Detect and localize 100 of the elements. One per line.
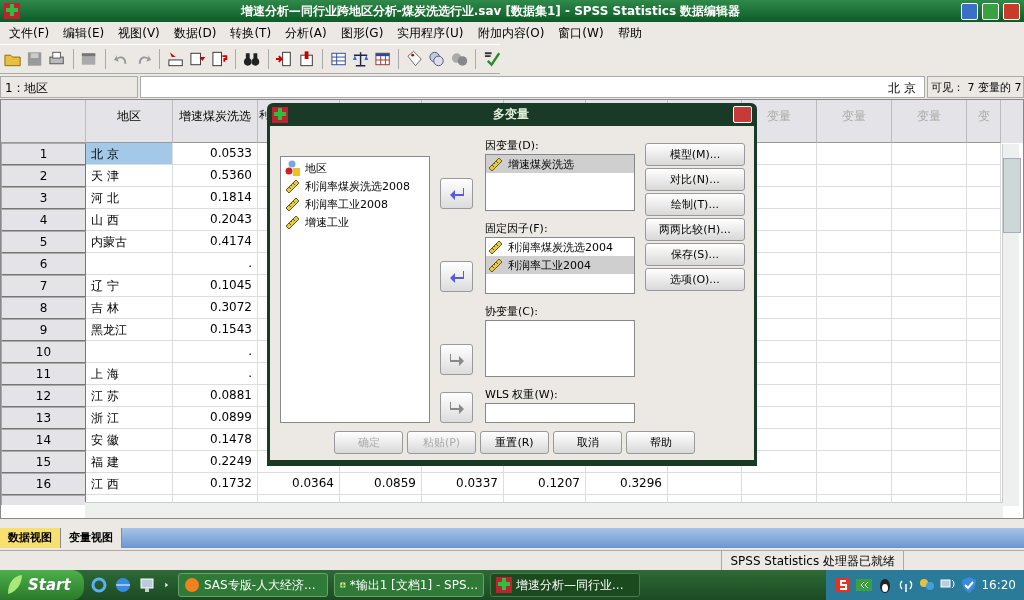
row-number[interactable]: 7: [1, 275, 86, 297]
menu-item[interactable]: 文件(F): [2, 22, 57, 44]
row-number[interactable]: 4: [1, 209, 86, 231]
table-cell: 北 京: [86, 143, 173, 165]
menu-item[interactable]: 帮助: [610, 22, 649, 44]
table-cell: 0.5360: [173, 165, 258, 187]
circles-icon[interactable]: [428, 50, 446, 68]
list-item[interactable]: 利润率煤炭洗选2008: [305, 178, 410, 194]
taskbar-button[interactable]: *输出1 [文档1] - SPS...: [334, 573, 484, 597]
row-number[interactable]: 1: [1, 143, 86, 165]
scale-icon[interactable]: [351, 50, 370, 68]
goto-variable-icon[interactable]: [189, 50, 207, 68]
list-item[interactable]: 利润率工业2008: [305, 196, 388, 212]
app-icon: [496, 577, 512, 593]
insert-row-icon[interactable]: [297, 50, 315, 68]
orb-icon: [184, 577, 200, 593]
taskbar-button[interactable]: SAS专版-人大经济...: [178, 573, 328, 597]
dialog-button[interactable]: 取消: [553, 431, 622, 454]
ruler-icon: [488, 257, 504, 273]
row-number[interactable]: 14: [1, 429, 86, 451]
menu-item[interactable]: 分析(A): [278, 22, 334, 44]
view-tab[interactable]: 数据视图: [0, 528, 61, 548]
list-item[interactable]: 增速工业: [305, 214, 349, 230]
close-button[interactable]: [733, 106, 752, 123]
table-cell: [967, 297, 1001, 319]
dialog-button[interactable]: 对比(N)...: [645, 168, 745, 191]
table-cell: 0.3072: [173, 297, 258, 319]
ie-icon[interactable]: [90, 576, 108, 594]
menu-item[interactable]: 数据(D): [166, 22, 224, 44]
row-number[interactable]: 5: [1, 231, 86, 253]
minimize-button[interactable]: [961, 2, 978, 20]
row-number[interactable]: 10: [1, 341, 86, 363]
grid-icon[interactable]: [374, 50, 392, 68]
ruler-icon: [488, 156, 504, 172]
cell-editor-field[interactable]: 北 京: [140, 76, 925, 98]
row-number[interactable]: 3: [1, 187, 86, 209]
dialog-button[interactable]: 帮助: [626, 431, 695, 454]
window-icon[interactable]: [80, 50, 98, 68]
dialog-button[interactable]: 重置(R): [480, 431, 549, 454]
list-box[interactable]: [485, 320, 635, 377]
tag-icon[interactable]: [406, 50, 424, 68]
list-box[interactable]: 利润率煤炭洗选2004 利润率工业2004: [485, 237, 635, 294]
close-button[interactable]: [1003, 2, 1020, 20]
table-cell: 辽 宁: [86, 275, 173, 297]
taskbar-button[interactable]: 增速分析—同行业...: [490, 573, 640, 597]
right-arrow-icon: [448, 352, 465, 367]
dialog-button[interactable]: 模型(M)...: [645, 143, 745, 166]
insert-column-icon[interactable]: [275, 50, 293, 68]
dialog-button[interactable]: 两两比较(H)...: [645, 218, 745, 241]
row-number[interactable]: 8: [1, 297, 86, 319]
menu-item[interactable]: 编辑(E): [56, 22, 112, 44]
horizontal-scrollbar[interactable]: [85, 502, 1003, 518]
left-arrow-icon: [448, 186, 465, 201]
shield-icon[interactable]: [960, 576, 979, 594]
menu-item[interactable]: 附加内容(O): [470, 22, 552, 44]
variable-list[interactable]: 地区 利润率煤炭洗选2008 利润率工业2008 增速工业: [280, 156, 430, 423]
vertical-scrollbar[interactable]: [1002, 144, 1019, 506]
list-box[interactable]: 增速煤炭洗选: [485, 154, 635, 211]
row-number[interactable]: 9: [1, 319, 86, 341]
table-cell: 0.0881: [173, 385, 258, 407]
row-number[interactable]: 12: [1, 385, 86, 407]
table-cell: 天 津: [86, 165, 173, 187]
table-icon[interactable]: [329, 50, 347, 68]
row-number[interactable]: 11: [1, 363, 86, 385]
start-button[interactable]: Start: [0, 570, 84, 600]
table-cell: 0.0337: [422, 473, 504, 495]
goto-case-icon[interactable]: [166, 50, 185, 68]
move-button[interactable]: [440, 178, 473, 209]
chevron-icon[interactable]: [855, 576, 874, 594]
globe-icon[interactable]: [114, 576, 132, 594]
blobs-icon[interactable]: [450, 50, 468, 68]
column-header[interactable]: 增速煤炭洗选: [173, 100, 258, 143]
spell-check-icon[interactable]: [482, 50, 500, 68]
list-item[interactable]: 利润率煤炭洗选2004: [508, 239, 613, 255]
menu-item[interactable]: 实用程序(U): [390, 22, 471, 44]
menu-item[interactable]: 视图(V): [111, 22, 167, 44]
row-number[interactable]: 15: [1, 451, 86, 473]
row-number[interactable]: 2: [1, 165, 86, 187]
binoculars-icon[interactable]: [243, 50, 261, 68]
table-cell: .: [173, 363, 258, 385]
monitor-icon[interactable]: [138, 576, 156, 594]
menu-item[interactable]: 窗口(W): [551, 22, 611, 44]
row-number[interactable]: 16: [1, 473, 86, 495]
s-logo-icon[interactable]: [834, 576, 853, 594]
dialog-button[interactable]: 选项(O)...: [645, 268, 745, 291]
row-number[interactable]: 13: [1, 407, 86, 429]
move-button[interactable]: [440, 261, 473, 292]
dialog-button[interactable]: 保存(S)...: [645, 243, 745, 266]
input-field[interactable]: [485, 403, 635, 423]
table-cell: 0.1478: [173, 429, 258, 451]
view-tab[interactable]: 变量视图: [61, 528, 122, 548]
list-item[interactable]: 地区: [305, 160, 327, 176]
row-number[interactable]: 6: [1, 253, 86, 275]
variables-icon[interactable]: [211, 50, 229, 68]
table-cell: [967, 407, 1001, 429]
maximize-button[interactable]: [982, 2, 999, 20]
menu-item[interactable]: 转换(T): [223, 22, 279, 44]
table-cell: 0.1814: [173, 187, 258, 209]
dialog-button[interactable]: 绘制(T)...: [645, 193, 745, 216]
menu-item[interactable]: 图形(G): [333, 22, 391, 44]
